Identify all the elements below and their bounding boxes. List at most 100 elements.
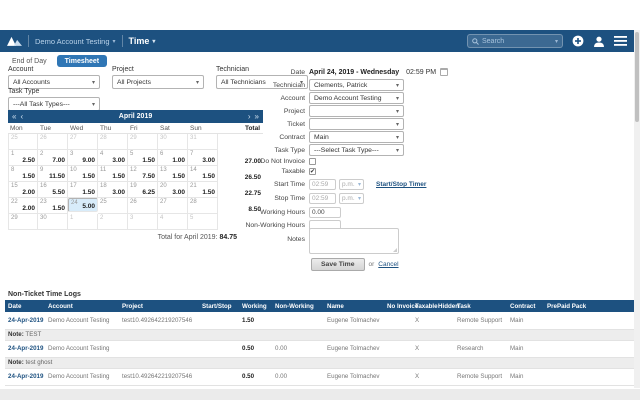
save-time-button[interactable]: Save Time (311, 258, 365, 271)
tab-end-of-day[interactable]: End of Day (8, 56, 51, 67)
column-header[interactable]: No Invoice (384, 300, 412, 312)
account-select[interactable]: Demo Account Testing ▾ (309, 92, 404, 104)
calendar-picker-icon[interactable] (440, 68, 448, 76)
calendar-day-cell[interactable]: 183.00 (98, 182, 128, 198)
calendar-day-cell[interactable]: 27.00 (38, 150, 68, 166)
calendar-day-cell[interactable]: 165.50 (38, 182, 68, 198)
day-number: 31 (190, 135, 197, 141)
calendar-day-cell[interactable]: 51.50 (128, 150, 158, 166)
contract-select[interactable]: Main ▾ (309, 131, 404, 143)
search-input[interactable]: Search ▾ (467, 34, 563, 48)
day-hours: 1.00 (172, 157, 185, 164)
account-menu[interactable]: Demo Account Testing ▾ (35, 37, 116, 46)
vertical-scrollbar[interactable] (634, 30, 640, 388)
calendar-day-cell[interactable]: 12.50 (8, 150, 38, 166)
time-log-row[interactable]: 24-Apr-2019Demo Account Testingtest10.49… (5, 368, 634, 385)
calendar-day-cell[interactable]: 911.50 (38, 166, 68, 182)
calendar-day-cell[interactable]: 31 (188, 134, 218, 150)
calendar-day-cell[interactable]: 131.50 (158, 166, 188, 182)
calendar-day-cell[interactable]: 28 (188, 198, 218, 214)
task-type-select-value: ---Select Task Type--- (314, 147, 393, 154)
stop-ampm-select[interactable]: p.m. ▾ (339, 193, 364, 204)
calendar-day-cell[interactable]: 29 (8, 214, 38, 230)
calendar-day-cell[interactable]: 30 (158, 134, 188, 150)
stop-time-input[interactable]: 02:59 (309, 193, 336, 204)
calendar-day-cell[interactable]: 5 (188, 214, 218, 230)
notes-textarea[interactable] (309, 228, 399, 254)
calendar-day-cell[interactable]: 127.50 (128, 166, 158, 182)
calendar-day-cell[interactable]: 211.50 (188, 182, 218, 198)
column-header[interactable]: Working (239, 300, 272, 312)
calendar-day-cell[interactable]: 203.00 (158, 182, 188, 198)
calendar-day-cell[interactable]: 27 (68, 134, 98, 150)
working-hours-input[interactable]: 0.00 (309, 207, 341, 218)
task-type-filter-select[interactable]: ---All Task Types--- ▾ (8, 97, 100, 111)
calendar-day-cell[interactable]: 28 (98, 134, 128, 150)
mountain-logo-icon[interactable] (7, 36, 22, 46)
column-header[interactable]: Start/Stop (199, 300, 239, 312)
calendar-day-cell[interactable]: 222.00 (8, 198, 38, 214)
calendar-prev-year-button[interactable]: « (12, 113, 16, 121)
calendar-day-cell[interactable]: 27 (158, 198, 188, 214)
start-stop-timer-link[interactable]: Start/Stop Timer (376, 181, 426, 188)
calendar-day-cell[interactable]: 43.00 (98, 150, 128, 166)
column-header[interactable]: Task (454, 300, 507, 312)
task-type-select[interactable]: ---Select Task Type--- ▾ (309, 144, 404, 156)
cancel-link[interactable]: Cancel (378, 261, 398, 268)
calendar-day-cell[interactable]: 171.50 (68, 182, 98, 198)
project-filter-select[interactable]: All Projects ▾ (112, 75, 204, 89)
calendar-day-cell[interactable]: 111.50 (98, 166, 128, 182)
column-header[interactable]: Project (119, 300, 199, 312)
do-not-invoice-checkbox[interactable] (309, 158, 316, 165)
cell-working: 0.50 (239, 368, 272, 385)
add-button[interactable] (572, 35, 584, 47)
day-hours: 2.50 (22, 157, 35, 164)
calendar-day-cell[interactable]: 30 (38, 214, 68, 230)
column-header[interactable]: Contract (507, 300, 544, 312)
ticket-select[interactable]: ▾ (309, 118, 404, 130)
calendar-day-cell[interactable]: 39.00 (68, 150, 98, 166)
calendar-day-cell[interactable]: 231.50 (38, 198, 68, 214)
account-filter-select[interactable]: All Accounts ▾ (8, 75, 100, 89)
calendar-day-cell[interactable]: 81.50 (8, 166, 38, 182)
menu-button[interactable] (614, 36, 627, 46)
column-header[interactable]: Hidden (435, 300, 454, 312)
day-hours: 1.50 (82, 173, 95, 180)
column-header[interactable]: Taxable (412, 300, 435, 312)
calendar-day-cell[interactable]: 73.00 (188, 150, 218, 166)
calendar-day-cell[interactable]: 1 (68, 214, 98, 230)
calendar-day-cell[interactable]: 29 (128, 134, 158, 150)
date-value: April 24, 2019 - Wednesday (309, 69, 399, 76)
taxable-checkbox[interactable]: ✔ (309, 168, 316, 175)
calendar-day-cell[interactable]: 196.25 (128, 182, 158, 198)
column-header[interactable]: Name (324, 300, 384, 312)
time-log-row[interactable]: 24-Apr-2019Demo Account Testing0.500.00E… (5, 340, 634, 357)
column-header[interactable]: Account (45, 300, 119, 312)
calendar-day-cell[interactable]: 25 (8, 134, 38, 150)
calendar-day-cell[interactable]: 61.00 (158, 150, 188, 166)
scrollbar-thumb[interactable] (635, 32, 639, 122)
start-time-input[interactable]: 02:59 (309, 179, 336, 190)
calendar-day-cell[interactable]: 25 (98, 198, 128, 214)
project-select[interactable]: ▾ (309, 105, 404, 117)
column-header[interactable]: Date (5, 300, 45, 312)
calendar-day-cell[interactable]: 141.50 (188, 166, 218, 182)
user-button[interactable] (593, 36, 605, 47)
calendar-day-cell[interactable]: 2 (98, 214, 128, 230)
time-log-row[interactable]: 24-Apr-2019Demo Account Testingtest10.49… (5, 312, 634, 329)
column-header[interactable]: PrePaid Pack (544, 300, 634, 312)
calendar-day-cell[interactable]: 152.00 (8, 182, 38, 198)
time-menu[interactable]: Time ▾ (129, 36, 156, 46)
day-number: 3 (130, 215, 133, 221)
technician-select[interactable]: Clements, Patrick ▾ (309, 79, 404, 91)
start-ampm-select[interactable]: p.m. ▾ (339, 179, 364, 190)
calendar-day-cell[interactable]: 26 (38, 134, 68, 150)
calendar-day-cell-selected[interactable]: 245.00 (68, 198, 98, 212)
column-header[interactable]: Non-Working (272, 300, 324, 312)
calendar-day-cell[interactable]: 101.50 (68, 166, 98, 182)
cell-taxable: X (412, 368, 435, 385)
calendar-day-cell[interactable]: 3 (128, 214, 158, 230)
calendar-day-cell[interactable]: 4 (158, 214, 188, 230)
calendar-day-cell[interactable]: 26 (128, 198, 158, 214)
day-number: 9 (40, 167, 43, 173)
